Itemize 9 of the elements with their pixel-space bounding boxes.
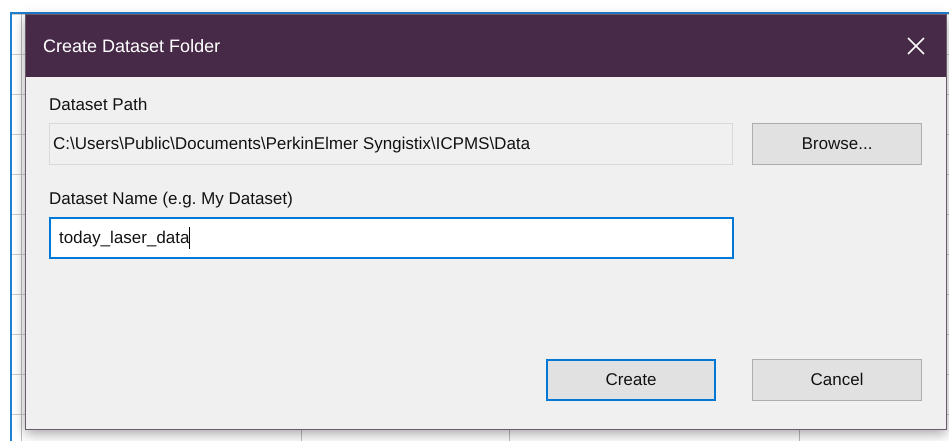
field-label: Dataset Name (e.g. My Dataset) [49, 189, 294, 209]
browse-button[interactable]: Browse... [752, 123, 922, 165]
cancel-button[interactable]: Cancel [752, 359, 922, 401]
close-icon[interactable] [906, 36, 926, 56]
path-field[interactable]: C:\Users\Public\Documents\PerkinElmer Syngistix\ICPMS\Data [49, 123, 733, 165]
window-title: Create Dataset Folder [43, 36, 220, 56]
input-field[interactable]: today_laser_data [49, 217, 734, 259]
field-label: Dataset Path [49, 95, 148, 115]
create-button[interactable]: Create [546, 359, 716, 401]
